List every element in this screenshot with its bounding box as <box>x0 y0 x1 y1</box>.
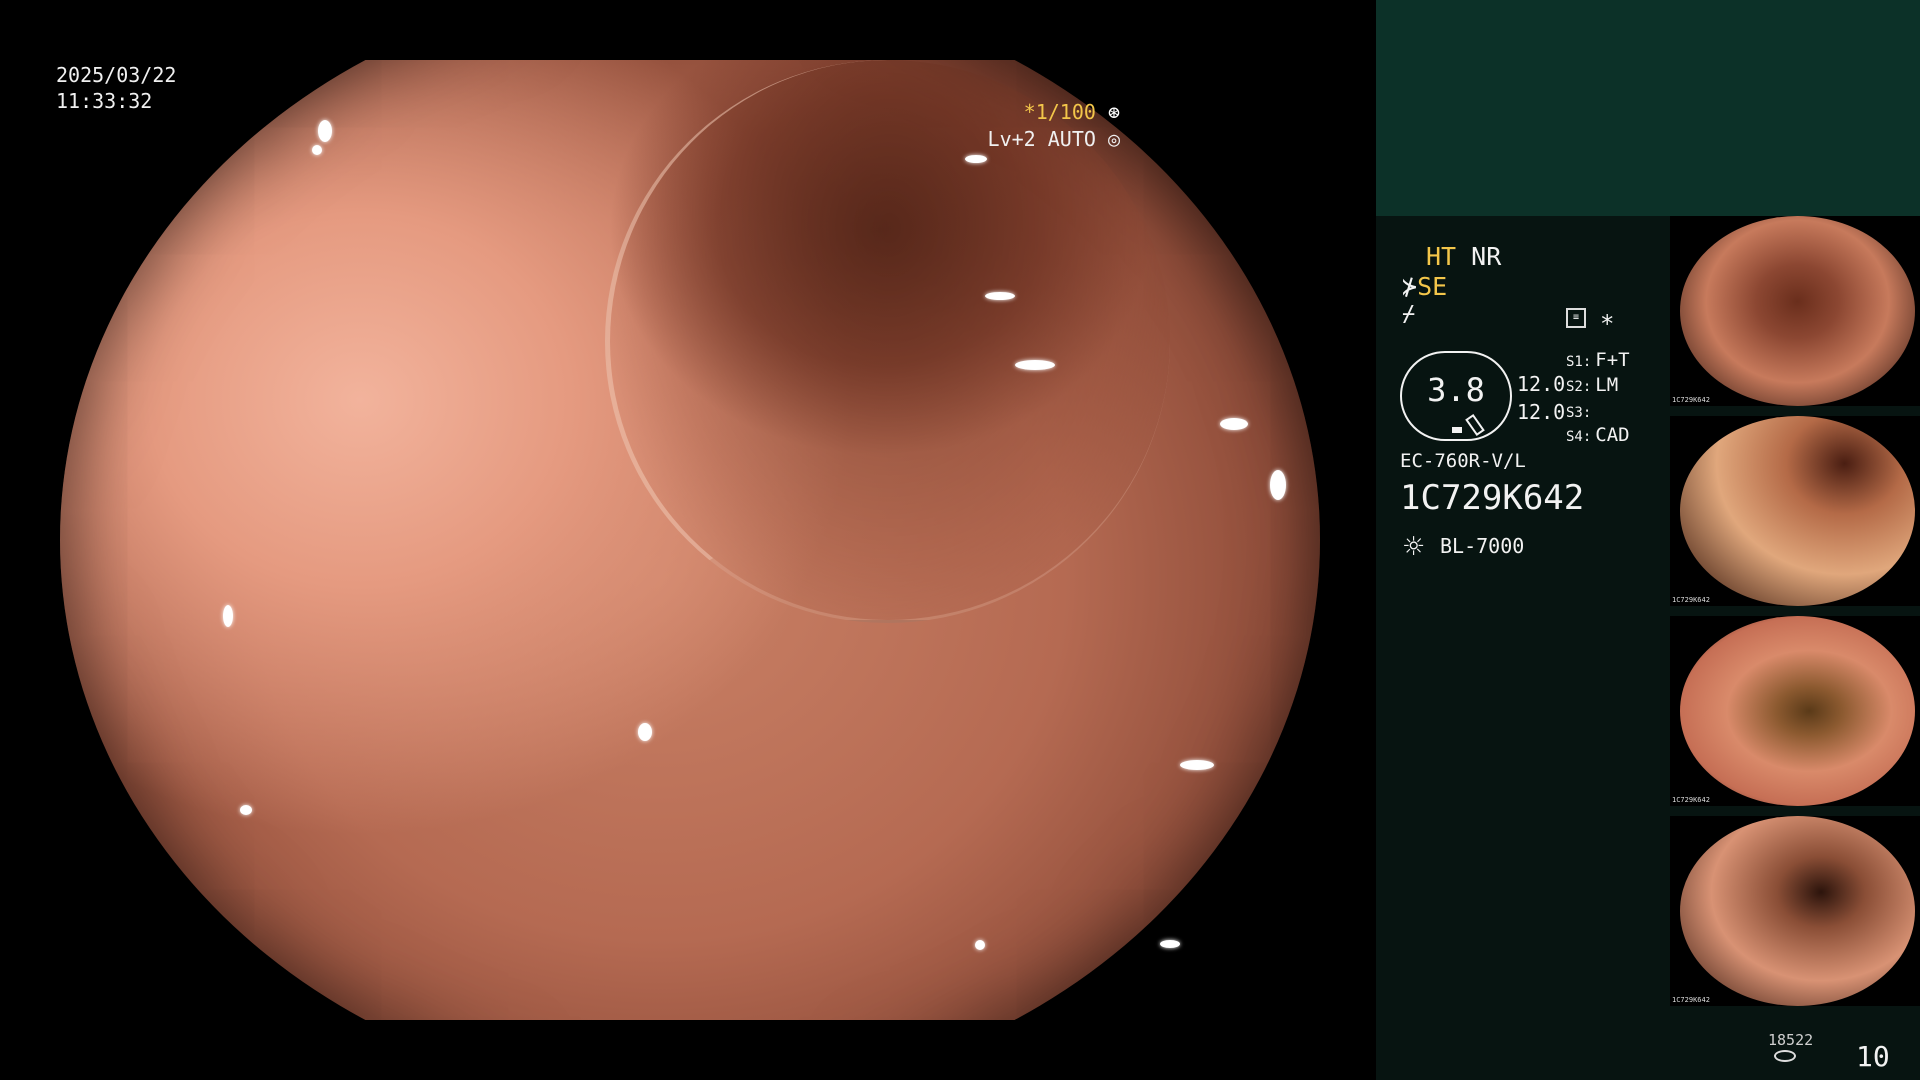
gamma-icon: ⌿ <box>1402 302 1416 327</box>
light-reflection <box>223 605 233 627</box>
light-reflection <box>1160 940 1180 948</box>
thumbnail[interactable]: 1C729K642 <box>1670 616 1920 806</box>
structure-enhancement: ⊁SE <box>1402 272 1447 301</box>
scope-model: EC-760R-V/L <box>1400 450 1526 472</box>
gauge-marker <box>1452 427 1462 433</box>
light-source-icon: ☼ <box>1402 532 1426 562</box>
light-reflection <box>1220 418 1248 430</box>
shutter-speed: *1/100 ⊛ <box>1024 100 1120 124</box>
enhancement-modes: HT NR <box>1426 242 1501 271</box>
scope-serial: 1C729K642 <box>1400 478 1585 518</box>
switch-s3: S3: <box>1566 405 1592 421</box>
thumbnail-tag: 1C729K642 <box>1672 396 1710 404</box>
panel-header <box>1376 0 1920 216</box>
endoscope-view <box>60 60 1320 1020</box>
light-reflection <box>1015 360 1055 370</box>
timestamp: 2025/03/22 11:33:32 <box>56 62 176 114</box>
thumbnail[interactable]: 1C729K642 <box>1670 416 1920 606</box>
thumbnail-tag: 1C729K642 <box>1672 996 1710 1004</box>
storage-icon <box>1774 1050 1796 1062</box>
shutter-label: *1/100 <box>1023 100 1096 124</box>
se-label: SE <box>1417 272 1448 301</box>
iris-icon: ◎ <box>1107 127 1120 151</box>
settings-icon: ≡ <box>1566 308 1586 328</box>
light-reflection <box>975 940 985 950</box>
se-curve-icon: ⊁ <box>1402 272 1418 301</box>
storage-count: 18522 <box>1768 1031 1814 1049</box>
light-reflection <box>985 292 1015 300</box>
switch-s2-value: LM <box>1595 374 1619 396</box>
light-reflection <box>312 145 322 155</box>
switch-s4-value: CAD <box>1595 424 1630 446</box>
gauge-display: 3.8 <box>1400 351 1512 441</box>
gauge-value-1: 12.0 <box>1517 372 1566 396</box>
light-source: BL-7000 <box>1440 534 1525 558</box>
light-reflection <box>965 155 987 163</box>
switch-s1-value: F+T <box>1595 349 1630 371</box>
thumbnail-tag: 1C729K642 <box>1672 796 1710 804</box>
light-reflection <box>240 805 252 815</box>
thumbnail[interactable]: 1C729K642 <box>1670 816 1920 1006</box>
thumbnail-image <box>1680 816 1915 1006</box>
light-reflection <box>638 723 652 741</box>
light-reflection <box>318 120 332 142</box>
switch-s2: S2: LM <box>1566 374 1619 396</box>
shutter-icon: ⊛ <box>1107 100 1120 124</box>
light-reflection <box>1270 470 1286 500</box>
ht-label: HT <box>1426 242 1457 271</box>
pencil-icon <box>1465 413 1485 437</box>
star-icon: ∗ <box>1600 305 1615 333</box>
gauge-value: 3.8 <box>1427 371 1485 409</box>
exposure-level: Lv+2 AUTO ◎ <box>988 127 1120 151</box>
switch-s1: S1: F+T <box>1566 349 1630 371</box>
gauge-value-2: 12.0 <box>1517 400 1566 424</box>
capture-count: 10 <box>1856 1040 1890 1073</box>
thumbnail-image <box>1680 416 1915 606</box>
date-label: 2025/03/22 <box>56 63 177 87</box>
thumbnail-image <box>1680 216 1915 406</box>
thumbnail-tag: 1C729K642 <box>1672 596 1710 604</box>
light-reflection <box>1180 760 1214 770</box>
time-label: 11:33:32 <box>56 89 153 113</box>
nr-label: NR <box>1471 242 1502 271</box>
thumbnail[interactable]: 1C729K642 <box>1670 216 1920 406</box>
level-label: Lv+2 AUTO <box>987 127 1096 151</box>
thumbnail-image <box>1680 616 1915 806</box>
switch-s4: S4: CAD <box>1566 424 1630 446</box>
